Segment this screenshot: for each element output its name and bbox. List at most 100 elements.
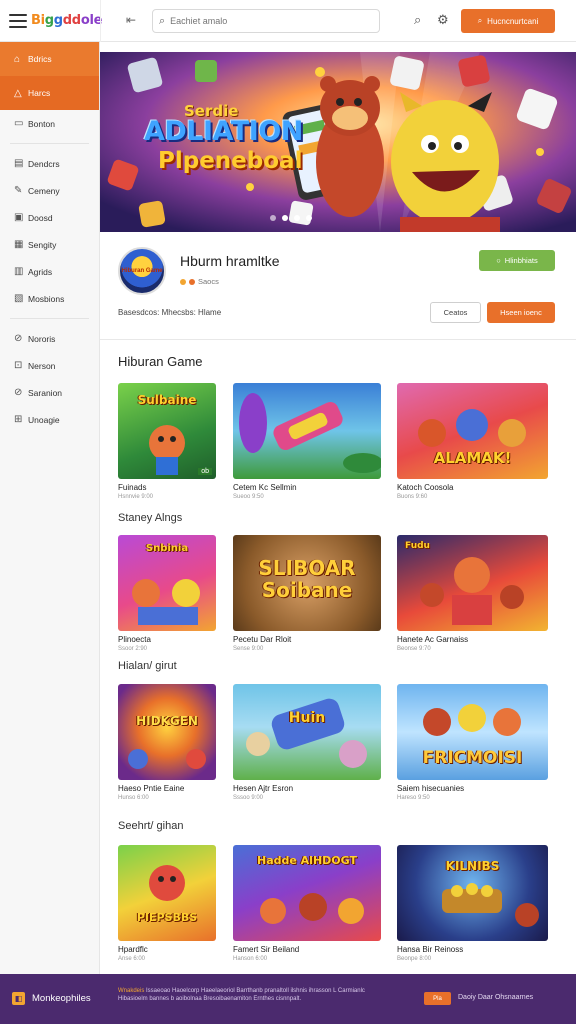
sidebar-item-2[interactable]: ▭ Bonton [0, 110, 99, 137]
game-thumbnail: Fudu [397, 535, 548, 631]
home-icon: ⌂ [14, 53, 21, 65]
card-subtitle: Ssoor 2:90 [118, 646, 148, 652]
game-card[interactable]: FRICMOISI Saiem hisecuanies Hareso 9:50 [397, 684, 548, 801]
sidebar-item-8[interactable]: ▧ Mosbions [0, 285, 99, 312]
sidebar-item-10[interactable]: ⊡ Nerson [0, 352, 99, 379]
card-subtitle: Sssoo 9:00 [233, 795, 264, 801]
characters-art [149, 865, 185, 901]
carousel-dot[interactable] [306, 215, 312, 221]
game-card[interactable]: PIEPSBBS Hpardflc Anse 6:00 [118, 845, 216, 962]
chart-icon: ▦ [14, 239, 24, 250]
sidebar-item-0[interactable]: ⌂ Bdrics [0, 42, 99, 76]
sidebar: ⌂ Bdrics △ Harcs ▭ Bonton ▤ Dendcrs ✎ Cemeny … [0, 42, 100, 974]
game-card[interactable]: Hadde AlHDOGT Famert Sir Beiland Hanson … [233, 845, 381, 962]
sidebar-item-12[interactable]: ⊞ Unoagie [0, 406, 99, 433]
game-card[interactable]: Sulbaine ob Fuinads Hsnnvie 9:00 [118, 383, 216, 500]
game-card[interactable]: Cetem Kc Sellmin Sueoo 9:50 [233, 383, 381, 500]
sidebar-item-6[interactable]: ▦ Sengity [0, 231, 99, 258]
sidebar-item-11[interactable]: ⊘ Saranion [0, 379, 99, 406]
settings-icon[interactable]: ⚙ [437, 12, 449, 28]
secondary-button[interactable]: Ceatos [430, 302, 481, 323]
card-subtitle: Sense 9:00 [233, 646, 264, 652]
card-title: Plinoecta [118, 635, 151, 644]
hamburger-menu-icon[interactable] [9, 13, 27, 28]
footer-tag: Wnakdeis [118, 988, 145, 994]
sidebar-item-label: Sengity [28, 239, 57, 250]
characters-art [260, 893, 364, 924]
card-subtitle: Beonse 9:70 [397, 646, 431, 652]
game-thumbnail: Huin [233, 684, 381, 780]
game-card[interactable]: ALAMAK! Katoch Coosola Buons 9:60 [397, 383, 548, 500]
sidebar-item-4[interactable]: ✎ Cemeny [0, 177, 99, 204]
app-logo[interactable]: Biggddole [31, 13, 102, 28]
thumbnail-art-text: SLIBOAR Soibane [258, 556, 356, 602]
primary-button[interactable]: Hseen ioenc [487, 302, 555, 323]
card-title: Hanete Ac Garnaiss [397, 635, 469, 644]
footer-link[interactable]: Daoiy Daar Ohsnaarnes [458, 994, 533, 1001]
sidebar-item-label: Saranion [28, 387, 63, 398]
cart-icon: ⊞ [14, 414, 23, 425]
link-icon: ⊘ [14, 333, 23, 344]
search-icon: ⌕ [477, 16, 483, 25]
footer-button[interactable]: Pla [424, 992, 451, 1005]
sidebar-item-9[interactable]: ⊘ Nororis [0, 325, 99, 352]
search-icon[interactable]: ⌕ [414, 12, 421, 28]
game-card[interactable]: HIDKGEN Haeso Pntie Eaine Hunso 6:00 [118, 684, 216, 801]
footer-text: Wnakdeis Issaeoao Haoelcorp Haeelaeoriol… [118, 987, 366, 1003]
characters-art [132, 579, 200, 625]
game-sections: Hiburan Game Sulbaine ob Fuinads Hsnnvie… [100, 340, 576, 974]
hero-title-main: ADLIATION [144, 116, 303, 147]
sidebar-item-label: Nororis [28, 333, 56, 344]
carousel-dot-active[interactable] [282, 215, 288, 221]
sidebar-item-5[interactable]: ▣ Doosd [0, 204, 99, 231]
footer-logo-icon: ◧ [12, 992, 25, 1005]
game-card[interactable]: Huin Hesen Ajtr Esron Sssoo 9:00 [233, 684, 381, 801]
card-title: Fuinads [118, 483, 147, 492]
list-icon: ▥ [14, 266, 24, 277]
sidebar-item-label: Doosd [28, 212, 53, 223]
search-bar[interactable]: ⌕ [152, 9, 380, 33]
footer-bar: ◧ Monkeophiles Wnakdeis Issaeoao Haoelco… [0, 974, 576, 1024]
header-cta-label: Hucncnurtcani [487, 16, 539, 26]
gear-icon: ⊘ [14, 387, 23, 398]
profile-meta-text: Saocs [198, 277, 219, 286]
game-thumbnail: ALAMAK! [397, 383, 548, 479]
profile-description: Basesdcos: Mhecsbs: Hlame [118, 308, 222, 317]
sidebar-item-3[interactable]: ▤ Dendcrs [0, 150, 99, 177]
avatar[interactable]: Hiburan Game [118, 247, 166, 295]
game-card[interactable]: SLIBOAR Soibane Pecetu Dar Rloit Sense 9… [233, 535, 381, 652]
characters-art [420, 557, 524, 625]
hero-title-sub: Plpeneboal [158, 148, 303, 174]
section-title: Hiburan Game [118, 354, 203, 369]
character-art [149, 425, 185, 475]
carousel-dot[interactable] [294, 215, 300, 221]
sidebar-item-label: Mosbions [28, 293, 65, 304]
header-cta-button[interactable]: ⌕ Hucncnurtcani [461, 9, 555, 33]
card-subtitle: Buons 9:60 [397, 494, 428, 500]
sidebar-item-1[interactable]: △ Harcs [0, 76, 99, 110]
top-divider [100, 0, 101, 42]
carousel-dot[interactable] [270, 215, 276, 221]
profile-meta: Saocs [180, 277, 219, 286]
card-title: Pecetu Dar Rloit [233, 635, 292, 644]
profile-card: Hiburan Game Hburm hramltke Saocs Basesd… [100, 232, 576, 340]
follow-button[interactable]: ○ Hlinbhiats [479, 250, 555, 271]
collapse-sidebar-icon[interactable]: ⇤ [126, 13, 136, 27]
profile-name: Hburm hramltke [180, 253, 280, 269]
sidebar-item-label: Nerson [28, 360, 56, 371]
sidebar-divider [10, 318, 89, 319]
sidebar-item-label: Dendcrs [28, 158, 60, 169]
book-icon: ▭ [14, 118, 24, 129]
game-card[interactable]: Fudu Hanete Ac Garnaiss Beonse 9:70 [397, 535, 548, 652]
search-input[interactable] [170, 16, 361, 26]
footer-brand[interactable]: Monkeophiles [32, 993, 91, 1004]
card-title: Hansa Bir Reinoss [397, 945, 464, 954]
search-icon: ⌕ [159, 14, 166, 27]
sidebar-item-label: Bonton [28, 118, 55, 129]
badge-icon [180, 278, 186, 285]
card-title: Famert Sir Beiland [233, 945, 300, 954]
game-card[interactable]: KILNIBS Hansa Bir Reinoss Beonpe 8:00 [397, 845, 548, 962]
sidebar-item-7[interactable]: ▥ Agrids [0, 258, 99, 285]
game-card[interactable]: Snbinia Plinoecta Ssoor 2:90 [118, 535, 216, 652]
hero-banner[interactable]: Serdie ADLIATION Plpeneboal [100, 52, 576, 232]
